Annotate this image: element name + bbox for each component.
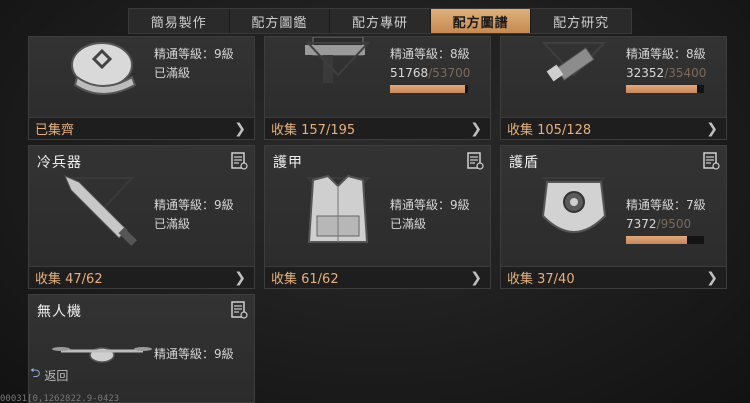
recipe-card-shield[interactable]: 護盾 精通等級：7級 7372/9500 收集 37/40 ❯ [500, 145, 727, 289]
blade-image [64, 175, 137, 246]
launcher-image [541, 42, 607, 82]
card-footer[interactable]: 收集 61/62 ❯ [265, 266, 490, 288]
collection-count: 收集 37/40 [507, 272, 575, 287]
category-name: 護盾 [509, 155, 539, 171]
collection-count: 收集 47/62 [35, 272, 103, 287]
progress-fill [626, 236, 687, 244]
recipe-card-launcher[interactable]: 精通等級：8級 32352/35400 收集 105/128 ❯ [500, 36, 727, 140]
recipe-card-drone[interactable]: 無人機 精通等級：9級 [28, 294, 255, 403]
recipe-card-helmet[interactable]: 精通等級：9級 已滿級 已集齊 ❯ [28, 36, 255, 140]
progress-bar [626, 236, 704, 244]
return-arrow-icon: ⮌ [30, 366, 41, 381]
tab-recipe-catalog[interactable]: 配方圖鑑 [230, 9, 331, 33]
chevron-right-icon: ❯ [470, 269, 482, 286]
smg-image [305, 37, 371, 83]
shield-image [541, 177, 607, 233]
mastery-level: 精通等級：9級 [390, 198, 470, 212]
progress-fill [626, 85, 698, 93]
chevron-right-icon: ❯ [706, 120, 718, 137]
footer-id-text: 00031[0,1262822.9-0423 [0, 394, 120, 403]
progress-text: 7372/9500 [626, 217, 692, 231]
tab-bar: 簡易製作 配方圖鑑 配方專研 配方圖譜 配方研究 [128, 8, 632, 34]
progress-bar [390, 85, 468, 93]
category-name: 冷兵器 [37, 155, 82, 171]
category-name: 無人機 [37, 304, 82, 320]
document-view-icon[interactable] [466, 152, 484, 170]
tab-recipe-study[interactable]: 配方專研 [330, 9, 431, 33]
collection-count: 收集 105/128 [507, 123, 592, 138]
tab-simple-craft[interactable]: 簡易製作 [129, 9, 230, 33]
progress-bar [626, 85, 704, 93]
vest-image [305, 174, 371, 243]
document-view-icon[interactable] [230, 152, 248, 170]
chevron-right-icon: ❯ [234, 269, 246, 286]
mastery-level: 精通等級：9級 [154, 47, 234, 61]
chevron-right-icon: ❯ [234, 120, 246, 137]
recipe-card-smg[interactable]: 精通等級：8級 51768/53700 收集 157/195 ❯ [264, 36, 491, 140]
collection-count: 收集 157/195 [271, 123, 356, 138]
cap-image [71, 42, 137, 95]
chevron-right-icon: ❯ [706, 269, 718, 286]
progress-fill [390, 85, 466, 93]
collection-status: 已集齊 [35, 123, 75, 138]
card-footer[interactable]: 收集 105/128 ❯ [501, 117, 726, 139]
back-label: 返回 [44, 368, 69, 383]
collection-count: 收集 61/62 [271, 272, 339, 287]
mastery-level: 精通等級：9級 [154, 347, 234, 361]
tab-recipe-research[interactable]: 配方研究 [531, 9, 631, 33]
chevron-right-icon: ❯ [470, 120, 482, 137]
max-level-status: 已滿級 [154, 217, 191, 231]
progress-text: 32352/35400 [626, 66, 707, 80]
tab-recipe-atlas[interactable]: 配方圖譜 [430, 9, 532, 33]
document-view-icon[interactable] [702, 152, 720, 170]
document-view-icon[interactable] [230, 301, 248, 319]
back-button[interactable]: ⮌ 返回 [30, 364, 68, 386]
category-name: 護甲 [273, 155, 303, 171]
card-footer[interactable]: 收集 47/62 ❯ [29, 266, 254, 288]
mastery-level: 精通等級：9級 [154, 198, 234, 212]
recipe-card-melee[interactable]: 冷兵器 精通等級：9級 已滿級 收集 47/62 ❯ [28, 145, 255, 289]
card-footer[interactable]: 收集 157/195 ❯ [265, 117, 490, 139]
mastery-level: 精通等級：8級 [390, 47, 470, 61]
card-footer[interactable]: 收集 37/40 ❯ [501, 266, 726, 288]
max-level-status: 已滿級 [154, 66, 191, 80]
max-level-status: 已滿級 [390, 217, 427, 231]
recipe-card-armor[interactable]: 護甲 精通等級：9級 已滿級 收集 61/62 ❯ [264, 145, 491, 289]
progress-text: 51768/53700 [390, 66, 471, 80]
mastery-level: 精通等級：7級 [626, 198, 706, 212]
mastery-level: 精通等級：8級 [626, 47, 706, 61]
card-footer[interactable]: 已集齊 ❯ [29, 117, 254, 139]
